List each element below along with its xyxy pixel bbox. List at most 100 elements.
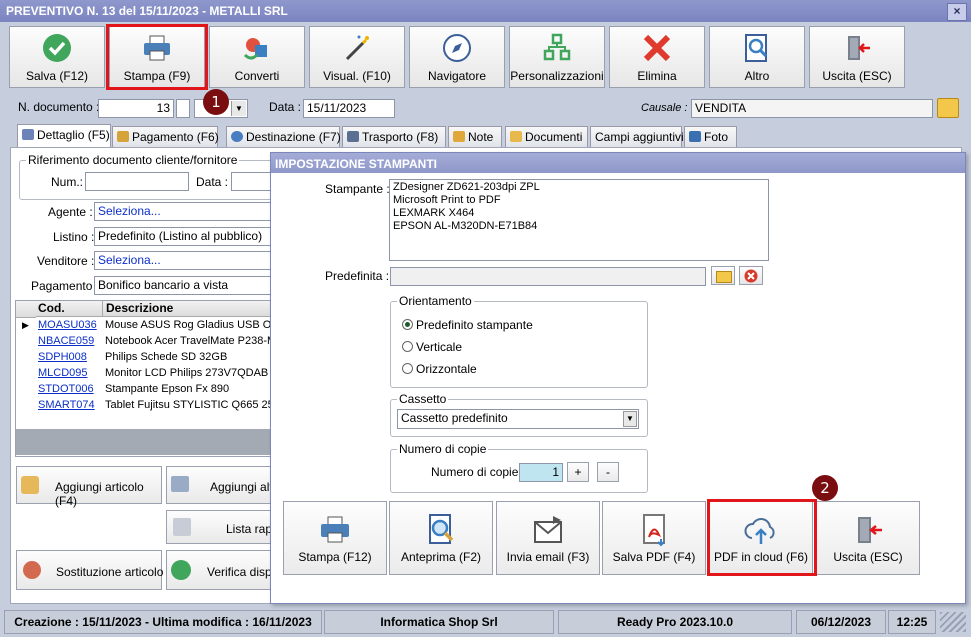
ndoc-input[interactable]: 13 bbox=[98, 99, 174, 118]
printer-icon bbox=[284, 512, 386, 548]
tab-note[interactable]: Note bbox=[448, 126, 502, 148]
add-article-icon bbox=[21, 476, 39, 494]
pagamento-select[interactable]: Bonifico bancario a vista bbox=[94, 276, 274, 295]
desc-cell: Monitor LCD Philips 273V7QDAB 27 bbox=[105, 367, 284, 379]
venditore-label: Venditore : bbox=[37, 254, 95, 268]
add-other-button[interactable]: Aggiungi altr bbox=[166, 466, 277, 504]
visual-button[interactable]: Visual. (F10) bbox=[309, 26, 405, 88]
magic-wand-icon bbox=[310, 33, 404, 63]
causale-input[interactable]: VENDITA bbox=[691, 99, 933, 118]
exit-door-icon bbox=[810, 33, 904, 63]
preview-button[interactable]: Anteprima (F2) bbox=[389, 501, 493, 575]
tab-pagamento[interactable]: Pagamento (F6) bbox=[112, 126, 219, 148]
tab-label: Documenti bbox=[525, 130, 583, 144]
pagamento-label: Pagamento : bbox=[31, 279, 100, 293]
camera-icon bbox=[689, 131, 701, 142]
save-pdf-button[interactable]: Salva PDF (F4) bbox=[602, 501, 706, 575]
table-row[interactable]: MLCD095 Monitor LCD Philips 273V7QDAB 27 bbox=[16, 366, 284, 382]
desc-cell: Mouse ASUS Rog Gladius USB Ottic bbox=[105, 319, 286, 331]
cod-link[interactable]: MLCD095 bbox=[38, 367, 88, 379]
tray-select-value: Cassetto predefinito bbox=[401, 411, 508, 425]
table-row[interactable]: NBACE059 Notebook Acer TravelMate P238-M bbox=[16, 334, 276, 350]
status-time: 12:25 bbox=[888, 610, 936, 634]
navigator-button-label: Navigatore bbox=[427, 69, 487, 83]
verify-check-icon bbox=[171, 560, 191, 580]
tab-campi-aggiuntivi[interactable]: Campi aggiuntivi bbox=[590, 126, 684, 148]
desc-cell: Philips Schede SD 32GB bbox=[105, 351, 228, 363]
navigator-button[interactable]: Navigatore bbox=[409, 26, 505, 88]
data-input[interactable]: 15/11/2023 bbox=[303, 99, 395, 118]
radio-orizzontale[interactable] bbox=[402, 363, 413, 374]
printer-list-item[interactable]: LEXMARK X464 bbox=[393, 207, 474, 220]
quick-list-icon bbox=[173, 518, 191, 536]
copies-group-title: Numero di copie bbox=[397, 442, 489, 456]
tray-select[interactable]: Cassetto predefinito ▼ bbox=[397, 409, 639, 429]
resize-grip[interactable] bbox=[940, 612, 966, 632]
save-button[interactable]: Salva (F12) bbox=[9, 26, 105, 88]
detail-icon bbox=[22, 129, 34, 140]
quick-list-label: Lista rapi bbox=[226, 522, 275, 536]
table-row[interactable]: ▶ MOASU036 Mouse ASUS Rog Gladius USB Otti… bbox=[16, 318, 285, 334]
preview-magnifier-icon bbox=[390, 512, 492, 548]
agente-select[interactable]: Seleziona... bbox=[94, 202, 274, 221]
tab-trasporto[interactable]: Trasporto (F8) bbox=[342, 126, 446, 148]
add-article-button[interactable]: Aggiungi articolo (F4) bbox=[16, 466, 162, 508]
delete-button[interactable]: Elimina bbox=[609, 26, 705, 88]
listino-select[interactable]: Predefinito (Listino al pubblico) bbox=[94, 227, 274, 246]
desc-cell: Notebook Acer TravelMate P238-M bbox=[105, 335, 277, 347]
orientation-group-title: Orientamento bbox=[397, 294, 474, 308]
printer-list-item[interactable]: ZDesigner ZD621-203dpi ZPL bbox=[393, 181, 540, 194]
col-header-cod[interactable]: Cod. bbox=[36, 301, 102, 317]
table-row[interactable]: STDOT006 Stampante Epson Fx 890 bbox=[16, 382, 276, 398]
folder-open-button[interactable] bbox=[711, 266, 735, 285]
customize-button[interactable]: Personalizzazioni bbox=[509, 26, 605, 88]
add-other-label: Aggiungi altr bbox=[210, 480, 277, 494]
clear-button[interactable] bbox=[739, 266, 763, 285]
printer-list-item[interactable]: Microsoft Print to PDF bbox=[393, 194, 501, 207]
replace-article-button[interactable]: Sostituzione articolo bbox=[16, 550, 163, 590]
radio-predefinito[interactable] bbox=[402, 319, 413, 330]
printer-list[interactable]: ZDesigner ZD621-203dpi ZPL Microsoft Pri… bbox=[389, 179, 769, 261]
rif-data-input[interactable] bbox=[231, 172, 273, 191]
tab-documenti[interactable]: Documenti bbox=[505, 126, 588, 148]
cod-link[interactable]: SMART074 bbox=[38, 399, 95, 411]
send-email-button[interactable]: Invia email (F3) bbox=[496, 501, 600, 575]
col-header-descrizione[interactable]: Descrizione bbox=[102, 301, 276, 317]
add-other-icon bbox=[171, 476, 189, 492]
tab-label: Trasporto (F8) bbox=[362, 130, 439, 144]
predefinita-input[interactable] bbox=[390, 267, 706, 286]
copies-input[interactable]: 1 bbox=[519, 463, 563, 482]
exit-button[interactable]: Uscita (ESC) bbox=[809, 26, 905, 88]
table-row[interactable]: SDPH008 Philips Schede SD 32GB bbox=[16, 350, 276, 366]
other-button[interactable]: Altro bbox=[709, 26, 805, 88]
printer-list-item[interactable]: EPSON AL-M320DN-E71B84 bbox=[393, 220, 537, 233]
venditore-select[interactable]: Seleziona... bbox=[94, 251, 274, 270]
copies-minus-button[interactable]: - bbox=[597, 462, 619, 482]
table-row[interactable]: SMART074 Tablet Fujitsu STYLISTIC Q665 25… bbox=[16, 398, 280, 414]
num-input[interactable] bbox=[85, 172, 189, 191]
preview-label: Anteprima (F2) bbox=[400, 550, 482, 564]
folder-icon[interactable] bbox=[937, 98, 959, 118]
dialog-print-button[interactable]: Stampa (F12) bbox=[283, 501, 387, 575]
compass-icon bbox=[410, 33, 504, 63]
tab-destinazione[interactable]: Destinazione (F7) bbox=[226, 126, 341, 148]
dialog-title: IMPOSTAZIONE STAMPANTI bbox=[275, 157, 437, 171]
window-close-button[interactable]: × bbox=[947, 3, 967, 21]
dialog-exit-button[interactable]: Uscita (ESC) bbox=[816, 501, 920, 575]
cod-link[interactable]: MOASU036 bbox=[38, 319, 97, 331]
copies-plus-button[interactable]: + bbox=[567, 462, 589, 482]
cod-link[interactable]: NBACE059 bbox=[38, 335, 94, 347]
cod-link[interactable]: SDPH008 bbox=[38, 351, 87, 363]
tab-dettaglio[interactable]: Dettaglio (F5) bbox=[17, 124, 111, 148]
ndoc-suffix-input[interactable] bbox=[176, 99, 190, 118]
verify-availability-button[interactable]: Verifica dispo bbox=[166, 550, 278, 590]
radio-verticale[interactable] bbox=[402, 341, 413, 352]
articles-table[interactable]: Cod. Descrizione ▶ MOASU036 Mouse ASUS Rog… bbox=[15, 300, 285, 457]
window-title: PREVENTIVO N. 13 del 15/11/2023 - METALL… bbox=[6, 4, 288, 18]
truck-icon bbox=[347, 131, 359, 142]
cod-link[interactable]: STDOT006 bbox=[38, 383, 94, 395]
printer-settings-dialog: IMPOSTAZIONE STAMPANTI Stampante : ZDesi… bbox=[270, 152, 966, 604]
quick-list-button[interactable]: Lista rapi bbox=[166, 510, 275, 544]
convert-button[interactable]: Converti bbox=[209, 26, 305, 88]
tab-foto[interactable]: Foto bbox=[684, 126, 737, 148]
